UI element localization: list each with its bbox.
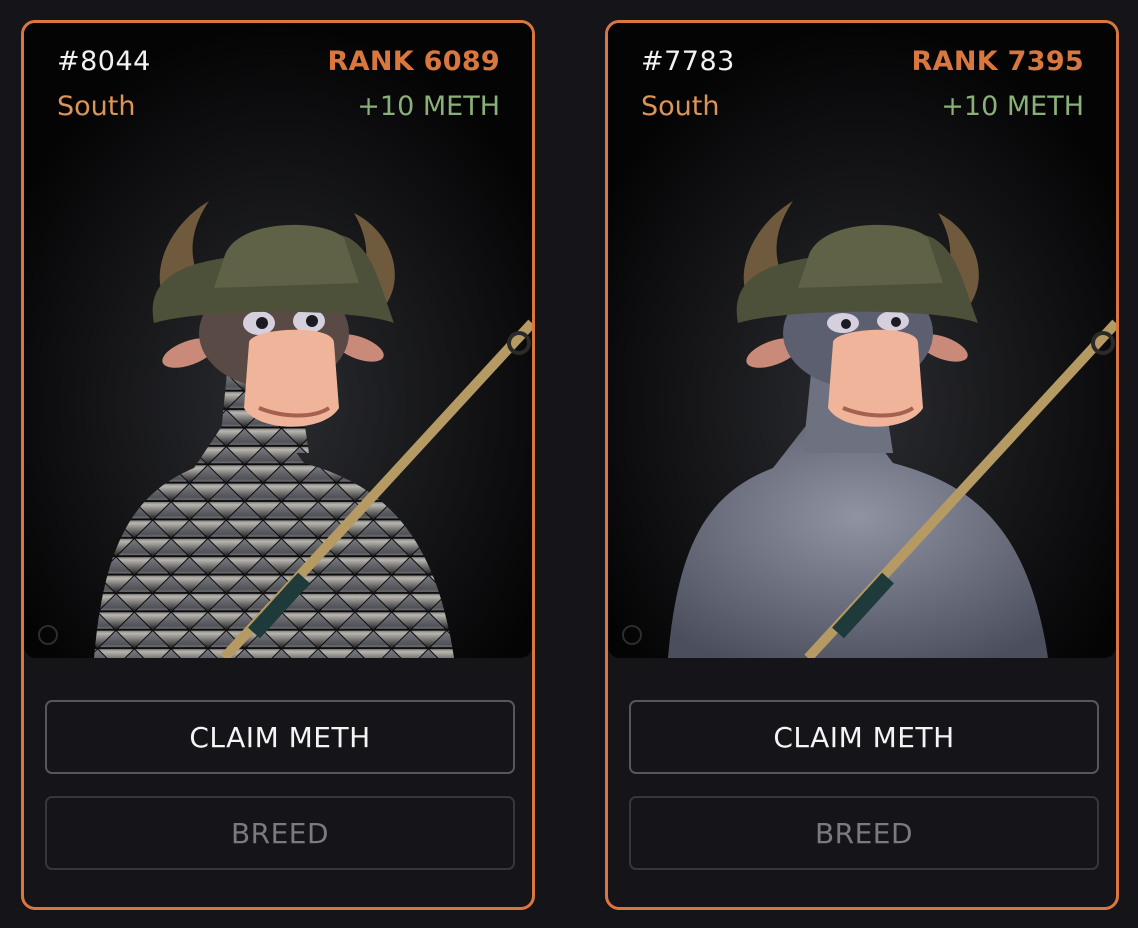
claim-meth-button[interactable]: CLAIM METH — [629, 700, 1099, 774]
nft-card: #8044 South RANK 6089 +10 METH CLAIM MET… — [21, 20, 535, 910]
meth-reward: +10 METH — [357, 91, 500, 122]
token-id: #8044 — [57, 46, 151, 77]
breed-button[interactable]: BREED — [629, 796, 1099, 870]
rank-label: RANK 6089 — [327, 46, 500, 77]
meth-reward: +10 METH — [941, 91, 1084, 122]
region-label: South — [641, 91, 720, 122]
rank-label: RANK 7395 — [911, 46, 1084, 77]
token-id: #7783 — [641, 46, 735, 77]
breed-button[interactable]: BREED — [45, 796, 515, 870]
nft-card: #7783 South RANK 7395 +10 METH CLAIM MET… — [605, 20, 1119, 910]
region-label: South — [57, 91, 136, 122]
claim-meth-button[interactable]: CLAIM METH — [45, 700, 515, 774]
